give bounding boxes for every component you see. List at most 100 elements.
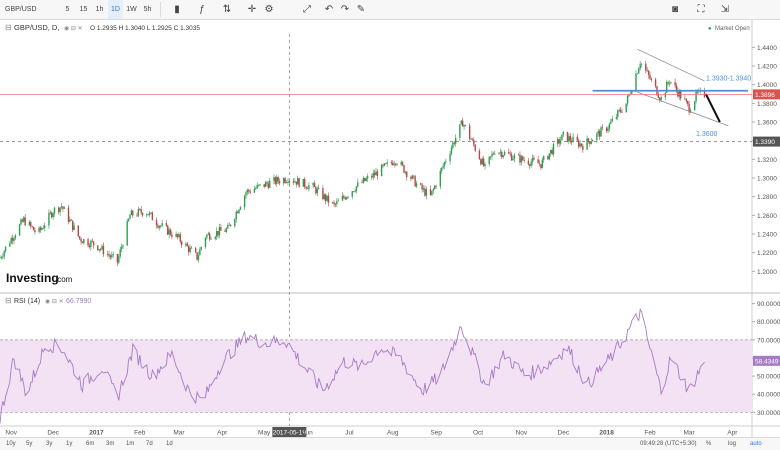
candle-body — [44, 225, 46, 228]
interval-5[interactable]: 5 — [60, 0, 75, 19]
candle-body — [23, 217, 25, 222]
settings-icon[interactable]: ⚙ — [262, 0, 276, 19]
candles-icon[interactable]: ▮ — [170, 0, 184, 19]
target-annotation: 1.3600 — [696, 131, 718, 138]
camera-icon[interactable]: ◙ — [668, 0, 682, 19]
scale-option-auto[interactable]: auto — [750, 438, 762, 450]
interval-1h[interactable]: 1h — [92, 0, 107, 19]
candle-body — [190, 247, 193, 249]
candle-body — [34, 230, 36, 233]
candle-body — [687, 101, 689, 104]
crosshair-icon[interactable]: ✛ — [245, 0, 259, 19]
scale-option-percent[interactable]: % — [706, 438, 711, 450]
candle-body — [256, 184, 258, 189]
candle-body — [650, 79, 653, 80]
candle-body — [617, 110, 619, 117]
indicators-icon[interactable]: ƒ — [195, 0, 209, 19]
time-tick-label: Oct — [473, 430, 483, 437]
candle-body — [693, 101, 696, 110]
range-1m[interactable]: 1m — [126, 438, 134, 450]
candle-body — [611, 118, 613, 122]
interval-1W[interactable]: 1W — [124, 0, 139, 19]
interval-5h[interactable]: 5h — [140, 0, 155, 19]
interval-15[interactable]: 15 — [76, 0, 91, 19]
candle-body — [520, 156, 523, 163]
investing-logo: Investing — [6, 271, 59, 285]
range-1d[interactable]: 1d — [166, 438, 173, 450]
range-1y[interactable]: 1y — [66, 438, 72, 450]
interval-1D[interactable]: 1D — [108, 0, 123, 19]
candle-body — [345, 197, 348, 200]
candle-body — [605, 127, 608, 132]
candle-body — [21, 219, 24, 222]
candle-body — [92, 241, 95, 246]
candle-body — [167, 225, 169, 235]
time-tick-label: Nov — [516, 430, 528, 437]
candle-body — [179, 234, 182, 242]
time-tick-label: Aug — [387, 430, 399, 437]
range-3y[interactable]: 3y — [46, 438, 52, 450]
candle-body — [352, 191, 355, 193]
candle-body — [38, 227, 40, 233]
candle-body — [204, 237, 207, 247]
range-3m[interactable]: 3m — [106, 438, 114, 450]
candle-body — [228, 224, 230, 226]
compare-icon[interactable]: ⇅ — [220, 0, 234, 19]
candle-body — [422, 188, 425, 190]
range-10y[interactable]: 10y — [6, 438, 16, 450]
toolbar: GBP/USD 5 15 1h 1D 1W 5h ▮ ƒ ⇅ ✛ ⚙ ⤢ ↶ ↷ ✎ ◙ ⛶ ⇲ — [0, 0, 780, 20]
candle-body — [618, 109, 620, 111]
fullscreen-icon[interactable]: ⛶ — [694, 0, 708, 19]
candle-body — [158, 226, 161, 228]
rsi-last-label: 58.4349 — [755, 358, 779, 365]
candle-body — [130, 210, 133, 216]
candle-body — [522, 156, 524, 161]
candle-body — [494, 153, 496, 155]
candle-body — [619, 109, 622, 112]
candle-body — [680, 91, 682, 99]
chart-area[interactable]: ⊟ GBP/USD, D, ◉ ⊟ ✕ O 1.2935 H 1.3040 L 1.2… — [0, 20, 780, 437]
candle-body — [548, 153, 551, 160]
undo-icon[interactable]: ↶ — [322, 0, 336, 19]
candle-body — [165, 223, 168, 226]
candle-body — [302, 179, 305, 187]
candle-body — [357, 182, 359, 187]
candle-body — [383, 163, 386, 166]
price-tick-label: 1.4400 — [757, 45, 777, 52]
candle-body — [141, 212, 144, 216]
candle-body — [640, 63, 643, 65]
candle-body — [80, 238, 82, 242]
candle-body — [294, 181, 296, 183]
redo-icon[interactable]: ↷ — [338, 0, 352, 19]
range-5y[interactable]: 5y — [26, 438, 32, 450]
candle-body — [337, 200, 339, 202]
candle-body — [386, 162, 388, 164]
range-7d[interactable]: 7d — [146, 438, 153, 450]
footer-bar: 10y 5y 3y 1y 6m 3m 1m 7d 1d 09:49:28 (UTC+5:30)% l… — [0, 437, 780, 450]
candle-body — [210, 238, 212, 240]
candle-body — [169, 229, 172, 235]
candle-body — [273, 177, 275, 181]
range-6m[interactable]: 6m — [86, 438, 94, 450]
candle-body — [394, 163, 397, 165]
candle-body — [450, 147, 453, 154]
candle-body — [464, 125, 467, 126]
candle-body — [355, 186, 358, 192]
drawing-icon[interactable]: ✎ — [354, 0, 368, 19]
candle-body — [582, 145, 584, 150]
expand-icon[interactable]: ⇲ — [718, 0, 732, 19]
rsi-title: RSI (14) — [14, 298, 40, 305]
symbol-selector[interactable]: GBP/USD — [3, 0, 43, 19]
candle-body — [137, 208, 140, 216]
candle-body — [392, 162, 394, 166]
candle-body — [440, 167, 443, 171]
candle-body — [331, 202, 334, 204]
time-tick-label: Mar — [173, 430, 185, 437]
candle-body — [512, 158, 514, 161]
candle-body — [498, 152, 500, 154]
candle-body — [200, 246, 202, 250]
candle-body — [561, 134, 563, 141]
rsi-tick-label: 90.0000 — [757, 301, 780, 308]
scale-option-log[interactable]: log — [728, 438, 736, 450]
fit-icon[interactable]: ⤢ — [300, 0, 314, 19]
